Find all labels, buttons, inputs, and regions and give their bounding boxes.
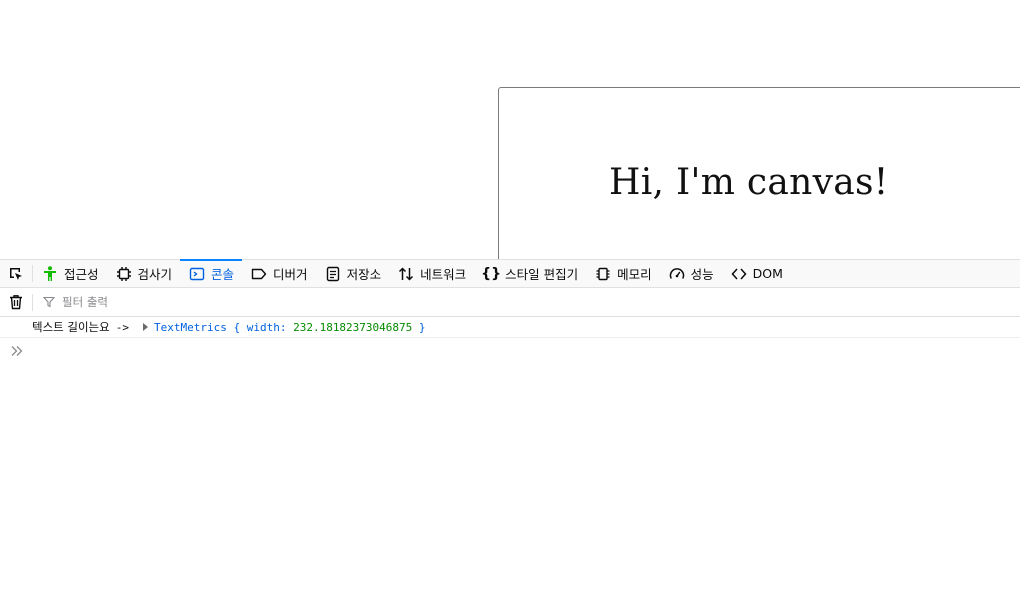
tab-label: 검사기 <box>137 267 173 282</box>
object-open-brace: { <box>233 320 241 334</box>
page-viewport: Hi, I'm canvas! <box>0 0 1020 262</box>
tab-debugger[interactable]: 디버거 <box>242 260 316 287</box>
filter-input[interactable] <box>60 294 464 310</box>
accessibility-icon <box>42 265 58 282</box>
tab-label: 스타일 편집기 <box>505 267 579 282</box>
console-filter-bar <box>0 288 1020 317</box>
tab-storage[interactable]: 저장소 <box>316 260 390 287</box>
log-message: 텍스트 길이는요 <box>32 320 110 334</box>
tab-style-editor[interactable]: {} 스타일 편집기 <box>474 260 586 287</box>
filter-icon <box>43 296 55 308</box>
tab-network[interactable]: 네트워크 <box>389 260 474 287</box>
tab-console[interactable]: 콘솔 <box>180 259 243 287</box>
element-picker-button[interactable] <box>0 265 33 282</box>
object-class-name[interactable]: TextMetrics <box>154 321 227 334</box>
tab-label: 성능 <box>690 267 714 282</box>
expand-arrow-icon[interactable] <box>142 323 148 331</box>
tab-memory[interactable]: 메모리 <box>586 260 660 287</box>
console-input-prompt[interactable] <box>0 338 1020 364</box>
object-key: width: <box>246 320 287 334</box>
tab-label: 저장소 <box>346 267 382 282</box>
devtools-panel: 접근성 검사기 콘솔 디버거 저장소 네트워크 {} 스타일 편집기 메모리 성… <box>0 259 1020 610</box>
dom-icon <box>731 266 747 282</box>
trash-icon <box>10 295 22 310</box>
tab-inspector[interactable]: 검사기 <box>107 260 181 287</box>
performance-icon <box>669 266 685 282</box>
memory-icon <box>595 266 611 282</box>
chevron-double-right-icon <box>11 346 23 356</box>
tab-label: 네트워크 <box>420 267 467 282</box>
storage-icon <box>325 266 341 282</box>
element-picker-icon <box>10 267 22 280</box>
tab-performance[interactable]: 성능 <box>660 260 722 287</box>
canvas-text: Hi, I'm canvas! <box>609 162 889 203</box>
object-close-brace: } <box>418 320 426 334</box>
console-icon <box>189 266 205 282</box>
object-value: 232.18182373046875 <box>293 320 413 334</box>
debugger-icon <box>251 266 267 282</box>
tab-dom[interactable]: DOM <box>722 260 791 287</box>
devtools-toolbar: 접근성 검사기 콘솔 디버거 저장소 네트워크 {} 스타일 편집기 메모리 성… <box>0 259 1020 288</box>
network-icon <box>398 266 414 282</box>
tab-label: 접근성 <box>64 267 99 282</box>
clear-console-button[interactable] <box>0 293 33 311</box>
tab-label: 디버거 <box>273 267 308 282</box>
style-editor-icon: {} <box>481 265 502 282</box>
canvas-element: Hi, I'm canvas! <box>498 87 1020 262</box>
tab-label: 콘솔 <box>211 267 235 282</box>
console-log-row: 텍스트 길이는요 -> TextMetrics { width: 232.181… <box>0 317 1020 338</box>
inspector-icon <box>116 266 132 282</box>
tab-accessibility[interactable]: 접근성 <box>33 260 107 287</box>
tab-label: DOM <box>752 266 783 281</box>
log-arrow: -> <box>115 320 129 334</box>
tab-label: 메모리 <box>617 267 652 282</box>
filter-box <box>33 288 1020 316</box>
